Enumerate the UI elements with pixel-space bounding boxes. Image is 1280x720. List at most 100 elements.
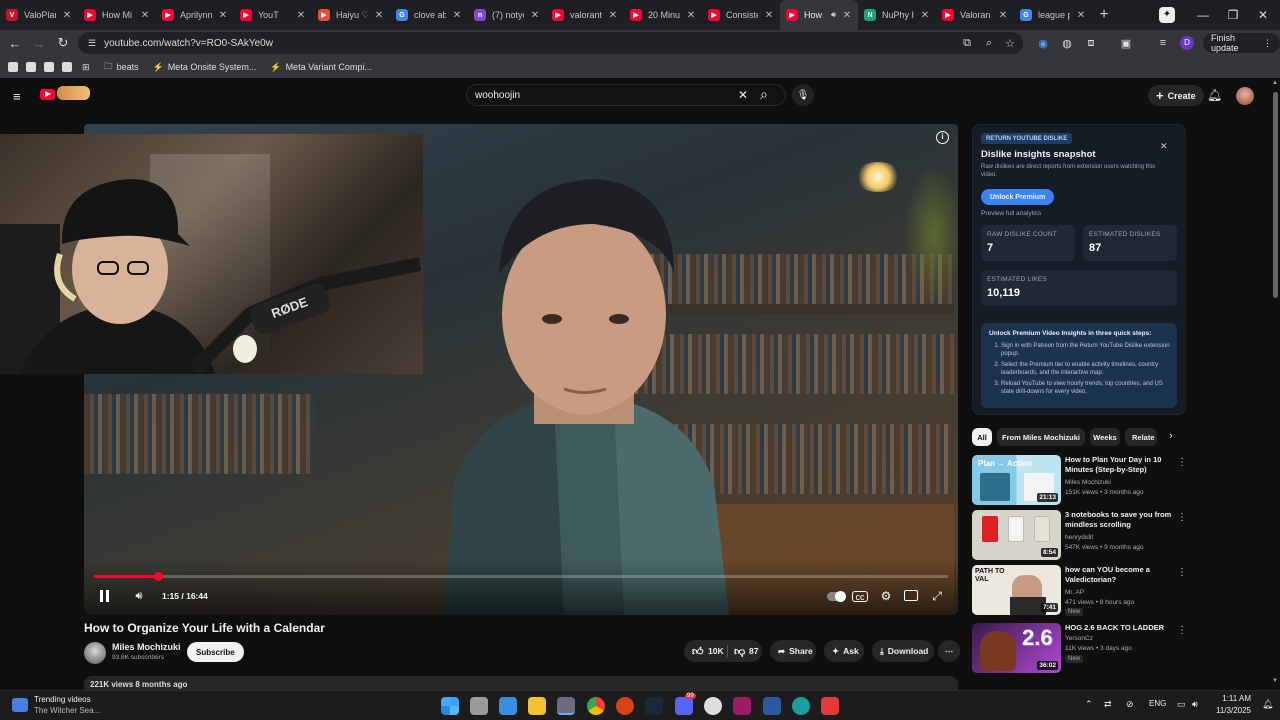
progress-bar[interactable]	[94, 572, 948, 581]
bookmark-app-icon[interactable]	[26, 62, 36, 72]
chip-weeks[interactable]: Weeks	[1090, 428, 1120, 446]
download-button[interactable]: ⤓ Download	[872, 640, 934, 662]
bookmark-app-icon[interactable]	[8, 62, 18, 72]
page-scrollbar[interactable]: ▲ ▼	[1270, 78, 1280, 690]
tab-close-icon[interactable]: ✕	[452, 10, 462, 21]
steam-app-icon[interactable]	[645, 697, 663, 715]
chip-all[interactable]: All	[972, 428, 992, 446]
minimize-icon[interactable]: —	[1192, 0, 1214, 30]
recommendation-item[interactable]: Plan → Action 21:13 How to Plan Your Day…	[972, 455, 1187, 507]
file-explorer-icon[interactable]	[528, 697, 546, 715]
browser-tab[interactable]: ▶ YouT ✕	[234, 0, 312, 30]
start-icon[interactable]	[441, 697, 459, 715]
task-view-icon[interactable]	[470, 697, 488, 715]
site-info-icon[interactable]: ☰	[88, 38, 96, 49]
profile-avatar[interactable]: D	[1178, 34, 1196, 52]
bookmark-meta-variant[interactable]: ⚡ Meta Variant Compi...	[270, 62, 372, 73]
bookmark-star-icon[interactable]: ☆	[1001, 34, 1019, 52]
restore-icon[interactable]: ❐	[1222, 0, 1244, 30]
video-thumbnail[interactable]: Plan → Action 21:13	[972, 455, 1061, 505]
editor-app-icon[interactable]	[733, 697, 751, 715]
panel-close-icon[interactable]: ✕	[1160, 141, 1168, 152]
tab-close-icon[interactable]: ✕	[62, 10, 72, 21]
extension-icon[interactable]: ◍	[1058, 34, 1076, 52]
valorant-app-icon[interactable]	[821, 697, 839, 715]
video-channel[interactable]: Miles Mochizuki	[1065, 479, 1111, 486]
fullscreen-icon[interactable]: ⤢	[929, 588, 945, 604]
browser-tab[interactable]: ▶ Consiste ✕	[702, 0, 780, 30]
tab-close-icon[interactable]: ✕	[764, 10, 774, 21]
chips-next-icon[interactable]: ›	[1169, 430, 1173, 442]
speaker-icon[interactable]: 🔊︎	[1192, 699, 1198, 710]
video-thumbnail[interactable]: 8:54	[972, 510, 1061, 560]
widget-title[interactable]: Trending videos	[34, 695, 91, 704]
video-title-link[interactable]: HOG 2.6 BACK TO LADDER	[1065, 623, 1177, 633]
widgets-app-icon[interactable]	[499, 697, 517, 715]
apps-grid-icon[interactable]: ⊞	[82, 62, 90, 73]
tab-close-icon[interactable]: ✕	[998, 10, 1008, 21]
video-channel[interactable]: YersonCz	[1065, 635, 1093, 642]
tab-close-icon[interactable]: ✕	[1076, 10, 1086, 21]
tray-overflow-icon[interactable]: ⌃	[1085, 699, 1093, 710]
info-icon[interactable]: i	[936, 131, 949, 144]
channel-avatar[interactable]	[84, 642, 106, 664]
dislike-icon[interactable]: 👎︎	[734, 645, 745, 658]
window-close-icon[interactable]: ✕	[1252, 0, 1274, 30]
bookmark-meta-onsite[interactable]: ⚡ Meta Onsite System...	[153, 62, 257, 73]
scroll-down-icon[interactable]: ▼	[1272, 678, 1278, 684]
finish-update-button[interactable]: Finish update ⋮	[1203, 33, 1280, 53]
video-title-link[interactable]: 3 notebooks to save you from mindless sc…	[1065, 510, 1177, 530]
search-icon[interactable]: ⌕	[760, 86, 768, 103]
captions-icon[interactable]: cc	[852, 591, 868, 602]
network-icon[interactable]: ⊘	[1126, 699, 1134, 710]
browser-tab[interactable]: ▶ How 🔊︎ ✕	[780, 0, 858, 30]
browser-tab[interactable]: ▶ How Mi ✕	[78, 0, 156, 30]
share-button[interactable]: ➦ Share	[770, 640, 816, 662]
volume-icon[interactable]: 🔊︎	[131, 588, 147, 604]
progress-scrubber[interactable]	[154, 572, 164, 581]
cursor-app-icon[interactable]	[616, 697, 634, 715]
settings-gear-icon[interactable]: ⚙	[878, 588, 894, 604]
reading-list-icon[interactable]: ≡	[1154, 34, 1172, 52]
browser-tab[interactable]: ▶ Haiyu ♡ ✕	[312, 0, 390, 30]
sync-icon[interactable]: ⇄	[1104, 699, 1112, 710]
zoom-icon[interactable]: ⌕	[980, 34, 998, 52]
obs-app-icon[interactable]	[557, 697, 575, 715]
video-channel[interactable]: henrydidit	[1065, 534, 1093, 541]
ask-button[interactable]: ✦ Ask	[824, 640, 864, 662]
browser-tab[interactable]: ▶ Valoran ✕	[936, 0, 1014, 30]
install-app-icon[interactable]: ⧉	[958, 34, 976, 52]
tab-close-icon[interactable]: ✕	[218, 10, 228, 21]
tab-audio-icon[interactable]: 🔊︎	[831, 10, 836, 20]
hamburger-menu-icon[interactable]: ≡	[13, 89, 21, 104]
create-button[interactable]: + Create	[1148, 85, 1204, 106]
arc-app-icon[interactable]	[763, 697, 781, 715]
reload-icon[interactable]: ↻	[51, 31, 75, 55]
tab-close-icon[interactable]: ✕	[920, 10, 930, 21]
news-widget-icon[interactable]	[12, 698, 28, 712]
bookmark-app-icon[interactable]	[62, 62, 72, 72]
discord-app-icon[interactable]: 99	[675, 693, 696, 715]
video-thumbnail[interactable]: PATH TO VAL 7:41	[972, 565, 1061, 615]
unlock-premium-button[interactable]: Unlock Premium	[981, 189, 1055, 205]
display-icon[interactable]: ▭	[1177, 699, 1186, 710]
browser-tab[interactable]: N NuPhy I ✕	[858, 0, 936, 30]
video-title-link[interactable]: how can YOU become a Valedictorian?	[1065, 565, 1177, 585]
split-view-icon[interactable]: ▣	[1117, 34, 1135, 52]
tab-close-icon[interactable]: ✕	[140, 10, 150, 21]
ghost-app-icon[interactable]	[704, 697, 722, 715]
video-menu-icon[interactable]: ⋮	[1177, 457, 1187, 468]
clear-search-icon[interactable]: ✕	[738, 88, 748, 102]
recommendation-item[interactable]: PATH TO VAL 7:41 how can YOU become a Va…	[972, 565, 1187, 617]
tab-close-icon[interactable]: ✕	[842, 10, 852, 21]
scroll-up-icon[interactable]: ▲	[1272, 80, 1278, 86]
video-menu-icon[interactable]: ⋮	[1177, 512, 1187, 523]
chrome-app-icon[interactable]	[587, 697, 605, 715]
subscribe-button[interactable]: Subscribe	[187, 642, 244, 662]
more-actions-icon[interactable]: ⋯	[938, 640, 960, 662]
browser-tab[interactable]: ▶ valorant ✕	[546, 0, 624, 30]
extension-audio-icon[interactable]: ◉	[1034, 34, 1052, 52]
tab-close-icon[interactable]: ✕	[374, 10, 384, 21]
doodle-logo[interactable]	[57, 86, 90, 100]
youtube-logo[interactable]	[40, 89, 55, 100]
